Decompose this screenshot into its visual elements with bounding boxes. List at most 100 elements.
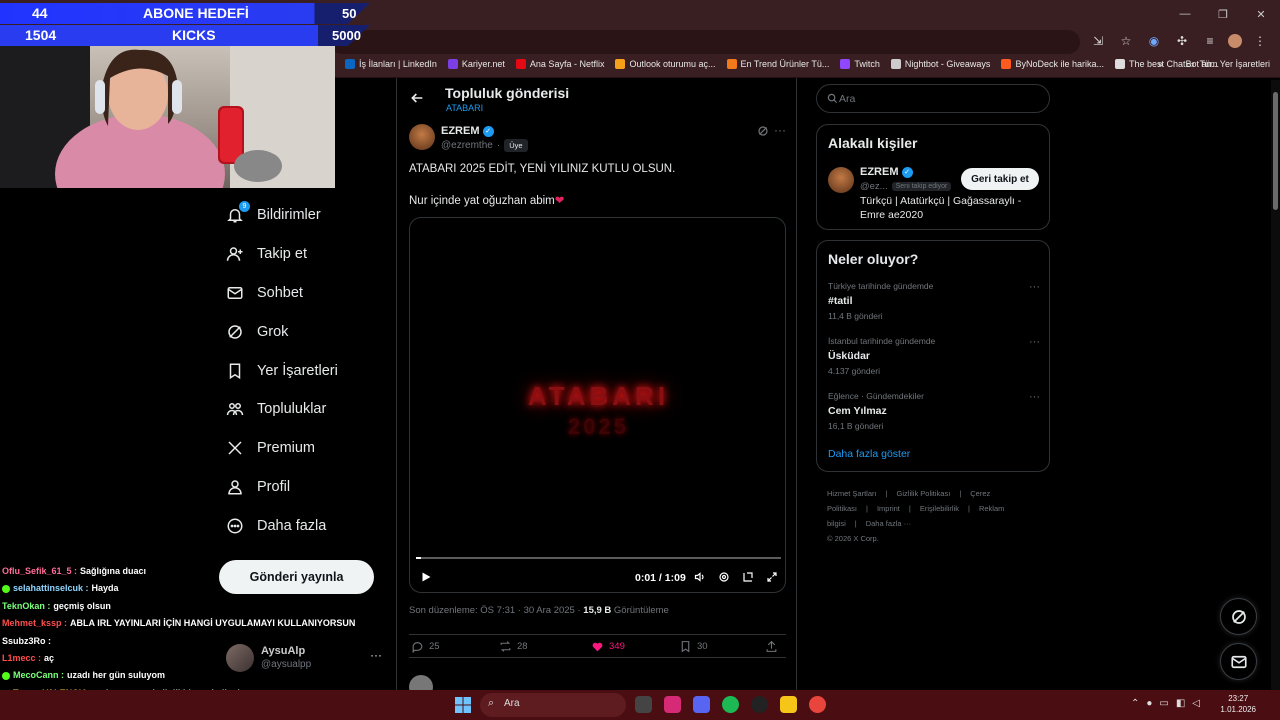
minimize-button[interactable]: —: [1166, 0, 1204, 28]
all-bookmarks-link[interactable]: Tüm Yer İşaretleri: [1199, 59, 1270, 70]
bookmark-favicon-icon: [515, 59, 526, 69]
follow-back-button[interactable]: Geri takip et: [961, 168, 1039, 190]
fullscreen-icon[interactable]: [766, 571, 778, 583]
trend-more-icon[interactable]: ···: [1029, 281, 1040, 293]
like-button[interactable]: 349: [591, 640, 625, 653]
video-year-text: 2025: [568, 414, 629, 439]
back-arrow-icon[interactable]: [409, 90, 425, 106]
post-views-label: Görüntüleme: [611, 605, 669, 616]
bookmark-item[interactable]: Kariyer.net: [447, 59, 505, 69]
footer-link[interactable]: Erişilebilirlik: [920, 504, 959, 513]
obs-icon[interactable]: [751, 696, 768, 713]
volume-icon[interactable]: [694, 571, 706, 583]
footer-link[interactable]: Daha fazla ···: [866, 519, 911, 528]
trend-more-icon[interactable]: ···: [1029, 391, 1040, 403]
settings-gear-icon[interactable]: [718, 571, 730, 583]
taskbar-search[interactable]: ⌕ Ara: [480, 693, 626, 717]
bookmark-item[interactable]: Ana Sayfa - Netflix: [515, 59, 604, 69]
bookmark-item[interactable]: Outlook oturumu aç...: [615, 59, 716, 69]
display-icon[interactable]: ▭: [1159, 698, 1168, 709]
close-window-button[interactable]: ✕: [1242, 0, 1280, 28]
related-title: Alakalı kişiler: [828, 135, 918, 151]
chat-message: Mehmet_kssp : ABLA IRL YAYINLARI İÇİN HAN…: [2, 615, 362, 632]
grok-fab-button[interactable]: [1220, 598, 1257, 635]
trend-item[interactable]: Türkiye tarihinde gündemde #tatil 11,4 B…: [828, 281, 1040, 321]
play-icon[interactable]: [420, 571, 432, 583]
bookmark-item[interactable]: Nightbot - Giveaways: [890, 59, 990, 69]
spotify-icon[interactable]: [722, 696, 739, 713]
extension-icon[interactable]: ◉: [1144, 31, 1164, 51]
reply-button[interactable]: 25: [411, 640, 440, 653]
sidebar-item-premium[interactable]: Premium: [220, 429, 380, 468]
footer-link[interactable]: Imprint: [877, 504, 900, 513]
stream-goal-overlay: 44 ABONE HEDEFİ 50 1504 KICKS 5000: [0, 0, 390, 46]
messages-fab-button[interactable]: [1220, 643, 1257, 680]
sidebar-item-notifications[interactable]: 9 Bildirimler: [220, 196, 380, 235]
sidebar-item-more[interactable]: Daha fazla: [220, 506, 380, 545]
profile-avatar-icon[interactable]: [1228, 34, 1242, 48]
url-field[interactable]: [330, 30, 1080, 54]
sidebar-item-label: Daha fazla: [257, 517, 327, 534]
bookmark-item[interactable]: Twitch: [840, 59, 880, 69]
more-dots-icon[interactable]: ···: [370, 648, 382, 662]
taskbar-clock[interactable]: 23:27 1.01.2026: [1220, 693, 1256, 715]
trend-context: Türkiye tarihinde gündemde: [828, 281, 934, 291]
browser-toolbar: ⇲ ☆ ◉ ✣ ≡ ⋮: [1088, 31, 1270, 51]
grok-explain-icon[interactable]: [757, 125, 769, 137]
install-icon[interactable]: ⇲: [1088, 31, 1108, 51]
bookmarks-overflow-icon[interactable]: »: [1158, 59, 1163, 70]
search-input[interactable]: [839, 89, 1039, 109]
task-view-icon[interactable]: [635, 696, 652, 713]
sidebar-item-communities[interactable]: Topluluklar: [220, 390, 380, 429]
sidebar-item-bookmarks[interactable]: Yer İşaretleri: [220, 351, 380, 390]
bookmark-item[interactable]: İş İlanları | LinkedIn: [345, 59, 437, 69]
video-progress-bar[interactable]: [416, 557, 781, 559]
maximize-button[interactable]: ❐: [1204, 0, 1242, 28]
footer-link[interactable]: Gizlilik Politikası: [897, 489, 951, 498]
page-title: Topluluk gönderisi: [445, 85, 570, 101]
kebab-menu-icon[interactable]: ⋮: [1250, 31, 1270, 51]
chevron-up-icon[interactable]: ⌃: [1131, 698, 1139, 709]
scrollbar-thumb[interactable]: [1273, 92, 1278, 210]
reading-list-icon[interactable]: ≡: [1200, 31, 1220, 51]
chat-username: MecoCann :: [13, 670, 65, 681]
instagram-icon[interactable]: [664, 696, 681, 713]
pip-icon[interactable]: [742, 571, 754, 583]
video-player[interactable]: ATABARI 2025 0:01 / 1:09: [409, 217, 786, 593]
post-more-icon[interactable]: ···: [774, 123, 786, 137]
author-name[interactable]: EZREM ✓: [441, 125, 494, 137]
post-view-count: 15,9 B: [583, 605, 612, 616]
network-icon[interactable]: ◧: [1176, 698, 1185, 709]
sidebar-item-chat[interactable]: Sohbet: [220, 274, 380, 313]
related-name[interactable]: EZREM ✓: [860, 166, 913, 178]
search-box[interactable]: [816, 84, 1050, 113]
share-button[interactable]: [765, 640, 778, 653]
chat-username: Oflu_Sefik_61_5 :: [2, 566, 78, 576]
windows-start-icon[interactable]: [455, 697, 471, 713]
trend-item[interactable]: Eğlence · Gündemdekiler Cem Yılmaz 16,1 …: [828, 391, 1040, 431]
sidebar-item-grok[interactable]: Grok: [220, 312, 380, 351]
file-explorer-icon[interactable]: [780, 696, 797, 713]
bookmark-item[interactable]: En Trend Ürünler Tü...: [726, 59, 829, 69]
bookmark-button[interactable]: 30: [679, 640, 708, 653]
author-avatar[interactable]: [409, 124, 435, 150]
speaker-icon[interactable]: ◁: [1192, 698, 1200, 709]
community-link[interactable]: ATABARI: [446, 103, 483, 113]
system-tray: ⌃ ● ▭ ◧ ◁: [1131, 698, 1200, 709]
separator-dot: ·: [496, 140, 501, 151]
show-more-link[interactable]: Daha fazla göster: [828, 448, 910, 460]
sidebar-item-follow[interactable]: Takip et: [220, 235, 380, 274]
puzzle-icon[interactable]: ✣: [1172, 31, 1192, 51]
trend-item[interactable]: İstanbul tarihinde gündemde Üsküdar 4.13…: [828, 336, 1040, 376]
discord-icon[interactable]: [693, 696, 710, 713]
sidebar-item-profile[interactable]: Profil: [220, 468, 380, 507]
microphone-icon[interactable]: ●: [1146, 698, 1152, 709]
repost-button[interactable]: 28: [499, 640, 528, 653]
chrome-icon[interactable]: [809, 696, 826, 713]
footer-link[interactable]: Hizmet Şartları: [827, 489, 877, 498]
trend-more-icon[interactable]: ···: [1029, 336, 1040, 348]
sidebar-item-label: Takip et: [257, 246, 307, 263]
related-avatar[interactable]: [828, 167, 854, 193]
star-icon[interactable]: ☆: [1116, 31, 1136, 51]
bookmark-item[interactable]: ByNoDeck ile harika...: [1001, 59, 1104, 69]
